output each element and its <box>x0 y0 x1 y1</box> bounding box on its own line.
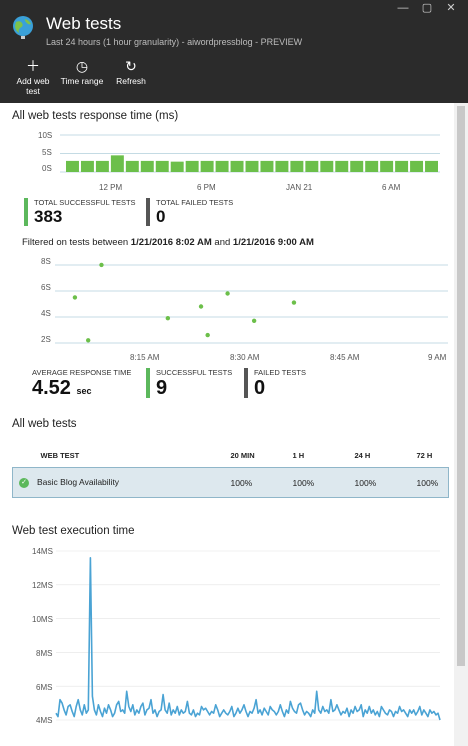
execution-time-line-chart <box>55 550 441 721</box>
series-line <box>55 556 441 721</box>
